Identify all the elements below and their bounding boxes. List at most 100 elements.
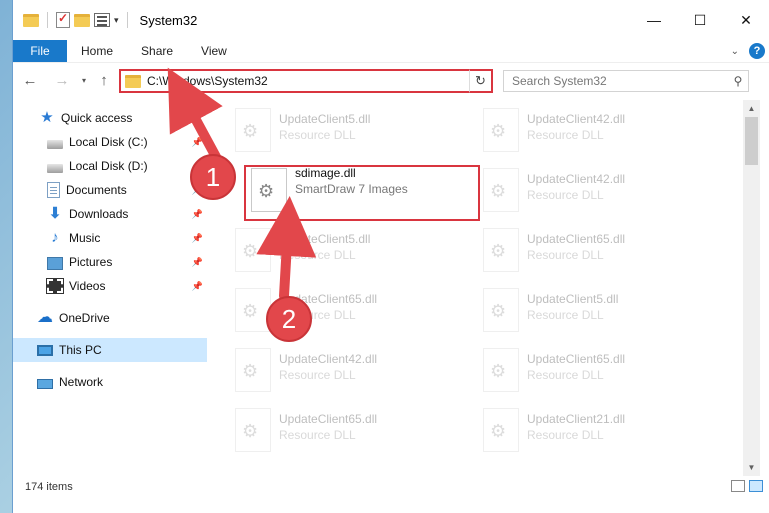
sidebar-item-label: Local Disk (C:) bbox=[69, 135, 148, 149]
search-placeholder: Search System32 bbox=[512, 74, 607, 88]
tab-home[interactable]: Home bbox=[67, 40, 127, 62]
tab-share[interactable]: Share bbox=[127, 40, 187, 62]
maximize-button[interactable]: ☐ bbox=[677, 0, 723, 40]
file-name: UpdateClient42.dll bbox=[527, 172, 626, 186]
dll-file-icon bbox=[483, 408, 519, 452]
scroll-up-icon[interactable]: ▲ bbox=[743, 100, 760, 117]
scrollbar-thumb[interactable] bbox=[745, 117, 758, 165]
file-item[interactable]: UpdateClient65.dll Resource DLL bbox=[469, 224, 705, 276]
tab-file[interactable]: File bbox=[13, 40, 67, 62]
properties-icon[interactable] bbox=[94, 13, 110, 27]
file-item[interactable]: UpdateClient65.dllResource DLL bbox=[221, 404, 457, 456]
status-bar: 174 items bbox=[13, 476, 769, 498]
dll-file-icon bbox=[483, 348, 519, 392]
pin-icon[interactable]: 📌 bbox=[192, 137, 203, 148]
scroll-down-icon[interactable]: ▼ bbox=[743, 459, 760, 476]
file-item[interactable]: UpdateClient65.dllResource DLL bbox=[221, 284, 457, 336]
up-arrow-icon[interactable]: ↑ bbox=[93, 72, 115, 89]
file-item[interactable]: UpdateClient42.dll Resource DLL bbox=[469, 104, 705, 156]
sidebar-item-pictures[interactable]: Pictures 📌 bbox=[13, 250, 207, 274]
minimize-button[interactable]: — bbox=[631, 0, 677, 40]
expand-ribbon-icon[interactable]: ⌄ bbox=[731, 46, 739, 57]
tab-view[interactable]: View bbox=[187, 40, 241, 62]
file-item[interactable]: UpdateClient5.dll Resource DLL bbox=[221, 104, 457, 156]
file-type: Resource DLL bbox=[279, 428, 356, 442]
star-icon: ★ bbox=[40, 109, 54, 126]
file-name: UpdateClient65.dll bbox=[527, 232, 626, 246]
dll-file-icon bbox=[483, 108, 519, 152]
search-icon[interactable]: ⚲ bbox=[728, 74, 748, 88]
sidebar-item-downloads[interactable]: ⬇ Downloads 📌 bbox=[13, 202, 207, 226]
file-item[interactable]: UpdateClient21.dll Resource DLL bbox=[469, 404, 705, 456]
file-name: UpdateClient65.dll bbox=[527, 352, 626, 366]
sidebar-item-documents[interactable]: Documents 📌 bbox=[13, 178, 207, 202]
navigation-pane: ★ Quick access Local Disk (C:) 📌 Local D… bbox=[13, 102, 207, 474]
file-item[interactable]: UpdateClient42.dll Resource DLL bbox=[221, 344, 457, 396]
quick-access-toolbar: ▾ bbox=[13, 11, 132, 28]
sidebar-item-this-pc[interactable]: This PC bbox=[13, 338, 207, 362]
folder-icon bbox=[125, 74, 141, 88]
file-item[interactable]: UpdateClient65.dll Resource DLL bbox=[469, 344, 705, 396]
file-name: UpdateClient21.dll bbox=[527, 412, 626, 426]
file-item[interactable]: UpdateClient42.dll Resource DLL bbox=[469, 164, 705, 216]
view-buttons bbox=[731, 480, 763, 492]
ribbon-right: ⌄ ? bbox=[731, 40, 769, 62]
file-type: Resource DLL bbox=[279, 368, 356, 382]
pin-icon[interactable]: 📌 bbox=[192, 209, 203, 220]
dll-file-icon bbox=[235, 228, 271, 272]
sidebar-item-onedrive[interactable]: ☁ OneDrive bbox=[13, 306, 207, 330]
disk-icon bbox=[47, 139, 63, 149]
back-arrow-icon[interactable]: ← bbox=[19, 72, 41, 89]
file-type: Resource DLL bbox=[527, 128, 604, 142]
file-type: Resource DLL bbox=[527, 428, 604, 442]
pin-icon[interactable]: 📌 bbox=[192, 233, 203, 244]
file-type: Resource DLL bbox=[279, 248, 356, 262]
downloads-icon: ⬇ bbox=[48, 205, 62, 222]
chevron-down-icon[interactable]: ▾ bbox=[114, 15, 119, 26]
file-item[interactable]: UpdateClient5.dll Resource DLL bbox=[221, 224, 457, 276]
file-name: UpdateClient42.dll bbox=[279, 352, 378, 366]
file-type: Resource DLL bbox=[527, 188, 604, 202]
title-bar: ▾ System32 — ☐ ✕ bbox=[13, 0, 769, 40]
details-view-icon[interactable] bbox=[731, 480, 745, 492]
videos-icon bbox=[46, 278, 64, 294]
file-type: Resource DLL bbox=[527, 248, 604, 262]
documents-icon bbox=[47, 182, 60, 198]
tiles-view-icon[interactable] bbox=[749, 480, 763, 492]
pin-icon[interactable]: 📌 bbox=[192, 281, 203, 292]
sidebar-item-label: Local Disk (D:) bbox=[69, 159, 148, 173]
new-folder-icon[interactable] bbox=[74, 13, 90, 27]
file-item[interactable]: UpdateClient5.dll Resource DLL bbox=[469, 284, 705, 336]
sidebar-item-label: Music bbox=[69, 231, 101, 245]
sidebar-item-label: Quick access bbox=[61, 111, 133, 125]
address-bar[interactable]: C:\Windows\System32 ▾ bbox=[119, 69, 493, 93]
dll-file-icon bbox=[483, 288, 519, 332]
file-type: Resource DLL bbox=[527, 308, 604, 322]
pin-icon[interactable]: 📌 bbox=[192, 257, 203, 268]
sidebar-item-local-disk-c[interactable]: Local Disk (C:) 📌 bbox=[13, 130, 207, 154]
sidebar-item-local-disk-d[interactable]: Local Disk (D:) 📌 bbox=[13, 154, 207, 178]
dll-file-icon bbox=[235, 288, 271, 332]
sidebar-item-label: Downloads bbox=[69, 207, 129, 221]
search-input[interactable]: Search System32 ⚲ bbox=[503, 70, 749, 92]
file-type: Resource DLL bbox=[527, 368, 604, 382]
file-name: UpdateClient42.dll bbox=[527, 112, 626, 126]
sidebar-item-music[interactable]: ♪ Music 📌 bbox=[13, 226, 207, 250]
refresh-button[interactable]: ↻ bbox=[469, 69, 493, 93]
music-icon: ♪ bbox=[51, 229, 59, 246]
close-button[interactable]: ✕ bbox=[723, 0, 769, 40]
callout-badge-1: 1 bbox=[190, 154, 236, 200]
recent-locations-chevron-icon[interactable]: ▾ bbox=[77, 76, 91, 85]
properties-check-icon[interactable] bbox=[56, 11, 70, 28]
forward-arrow-icon[interactable]: → bbox=[51, 72, 73, 89]
disk-icon bbox=[47, 163, 63, 173]
network-icon bbox=[37, 379, 53, 389]
address-path[interactable]: C:\Windows\System32 bbox=[147, 74, 475, 88]
sidebar-item-network[interactable]: Network bbox=[13, 370, 207, 394]
vertical-scrollbar[interactable]: ▲ ▼ bbox=[743, 100, 760, 476]
sidebar-item-quick-access[interactable]: ★ Quick access bbox=[13, 106, 207, 130]
sidebar-item-label: OneDrive bbox=[59, 311, 110, 325]
sidebar-item-videos[interactable]: Videos 📌 bbox=[13, 274, 207, 298]
dll-file-icon bbox=[483, 168, 519, 212]
help-icon[interactable]: ? bbox=[749, 43, 765, 59]
